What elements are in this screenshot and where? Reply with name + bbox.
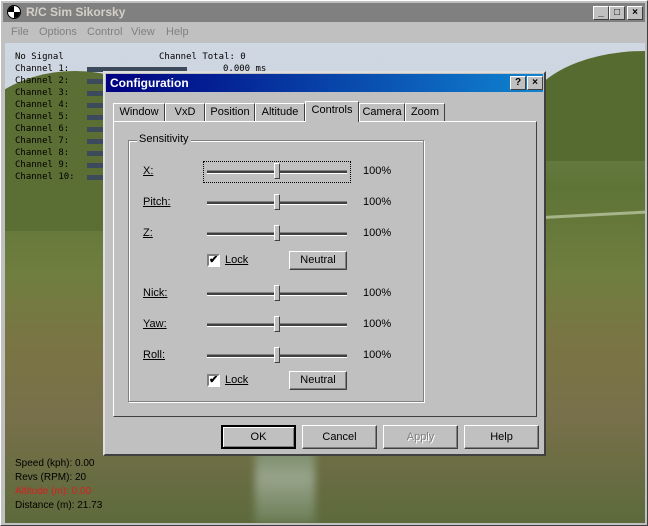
menu-file[interactable]: File: [11, 23, 29, 42]
dialog-title: Configuration: [110, 76, 189, 90]
dialog-help-button[interactable]: ?: [510, 76, 526, 90]
dialog-close-button[interactable]: ×: [527, 76, 543, 90]
slider-thumb[interactable]: [274, 225, 280, 241]
tab-controls[interactable]: Controls: [305, 101, 359, 122]
channel-total: Channel Total: 0: [159, 52, 246, 62]
neutral-button-1[interactable]: Neutral: [289, 251, 347, 270]
speed-readout: Speed (kph): 0.00: [15, 458, 95, 469]
channel-label: Channel 8:: [15, 148, 70, 158]
app-title-bar[interactable]: R/C Sim Sikorsky _ □ ×: [3, 3, 645, 22]
nick-slider[interactable]: [207, 284, 347, 304]
channel-row: Channel 5:: [15, 111, 187, 123]
slider-thumb[interactable]: [274, 347, 280, 363]
tab-window[interactable]: Window: [113, 103, 165, 121]
channel-label: Channel 5:: [15, 112, 70, 122]
neutral-button-2[interactable]: Neutral: [289, 371, 347, 390]
channel-row: Channel 9:: [15, 159, 187, 171]
channel-row: Channel 3:: [15, 87, 187, 99]
x-slider[interactable]: [207, 162, 347, 182]
channel-row: Channel 7:: [15, 135, 187, 147]
app-title: R/C Sim Sikorsky: [26, 5, 126, 19]
z-slider[interactable]: [207, 224, 347, 244]
z-value: 100%: [363, 227, 392, 239]
tab-vxd[interactable]: VxD: [165, 103, 205, 121]
channel-row: Channel 6:: [15, 123, 187, 135]
controls-panel: Sensitivity X: 100% Pitch: 100% Z: 100% …: [113, 121, 537, 417]
channel-label: Channel 1:: [15, 64, 70, 74]
app-icon[interactable]: [7, 5, 21, 19]
yaw-label: Yaw:: [143, 318, 167, 330]
pitch-slider[interactable]: [207, 193, 347, 213]
roll-label: Roll:: [143, 349, 166, 361]
channel-label: Channel 2:: [15, 76, 70, 86]
tab-camera[interactable]: Camera: [359, 103, 405, 121]
lock-label-2[interactable]: Lock: [225, 374, 248, 386]
terrain-ridge: [544, 210, 645, 219]
channel-row: Channel 1: 0.000 ms: [15, 63, 266, 75]
channel-row: Channel 2:: [15, 75, 187, 87]
tab-altitude[interactable]: Altitude: [255, 103, 305, 121]
dialog-title-bar[interactable]: Configuration ? ×: [106, 74, 543, 92]
sensitivity-group: Sensitivity X: 100% Pitch: 100% Z: 100% …: [128, 133, 424, 402]
menu-control[interactable]: Control: [87, 23, 122, 42]
menu-help[interactable]: Help: [166, 23, 189, 42]
roll-slider[interactable]: [207, 346, 347, 366]
configuration-dialog: Configuration ? × Window VxD Position Al…: [103, 71, 546, 456]
roll-value: 100%: [363, 349, 392, 361]
group-title: Sensitivity: [137, 133, 191, 145]
close-button[interactable]: ×: [627, 6, 643, 20]
tab-position[interactable]: Position: [205, 103, 255, 121]
pitch-value: 100%: [363, 196, 392, 208]
ok-button[interactable]: OK: [221, 425, 296, 449]
slider-thumb[interactable]: [274, 316, 280, 332]
menu-bar: File Options Control View Help: [3, 23, 645, 42]
z-label: Z:: [143, 227, 153, 239]
x-label: X:: [143, 165, 154, 177]
app-window: R/C Sim Sikorsky _ □ × File Options Cont…: [0, 0, 648, 526]
altitude-readout: Altitude (m): 0.00: [15, 486, 92, 497]
yaw-value: 100%: [363, 318, 392, 330]
channel-row: Channel 10:: [15, 171, 187, 183]
slider-thumb[interactable]: [274, 285, 280, 301]
channel-row: Channel 4:: [15, 99, 187, 111]
maximize-button[interactable]: □: [609, 6, 625, 20]
pitch-label: Pitch:: [143, 196, 171, 208]
tab-zoom[interactable]: Zoom: [405, 103, 445, 121]
apply-button[interactable]: Apply: [383, 425, 458, 449]
menu-options[interactable]: Options: [39, 23, 77, 42]
channel-label: Channel 9:: [15, 160, 70, 170]
channel-label: Channel 7:: [15, 136, 70, 146]
nick-label: Nick:: [143, 287, 168, 299]
menu-view[interactable]: View: [131, 23, 155, 42]
distance-readout: Distance (m): 21.73: [15, 500, 103, 511]
revs-readout: Revs (RPM): 20: [15, 472, 87, 483]
help-button[interactable]: Help: [464, 425, 539, 449]
channel-label: Channel 6:: [15, 124, 70, 134]
signal-status: No Signal: [15, 52, 64, 62]
channel-row: Channel 8:: [15, 147, 187, 159]
cancel-button[interactable]: Cancel: [302, 425, 377, 449]
slider-thumb[interactable]: [274, 194, 280, 210]
channel-label: Channel 4:: [15, 100, 70, 110]
yaw-slider[interactable]: [207, 315, 347, 335]
x-value: 100%: [363, 165, 392, 177]
lock-label-1[interactable]: Lock: [225, 254, 248, 266]
minimize-button[interactable]: _: [593, 6, 609, 20]
slider-thumb[interactable]: [274, 163, 280, 179]
channel-label: Channel 3:: [15, 88, 70, 98]
lock-checkbox-2[interactable]: ✔: [207, 374, 220, 387]
nick-value: 100%: [363, 287, 392, 299]
lock-checkbox-1[interactable]: ✔: [207, 254, 220, 267]
channel-label: Channel 10:: [15, 172, 75, 182]
